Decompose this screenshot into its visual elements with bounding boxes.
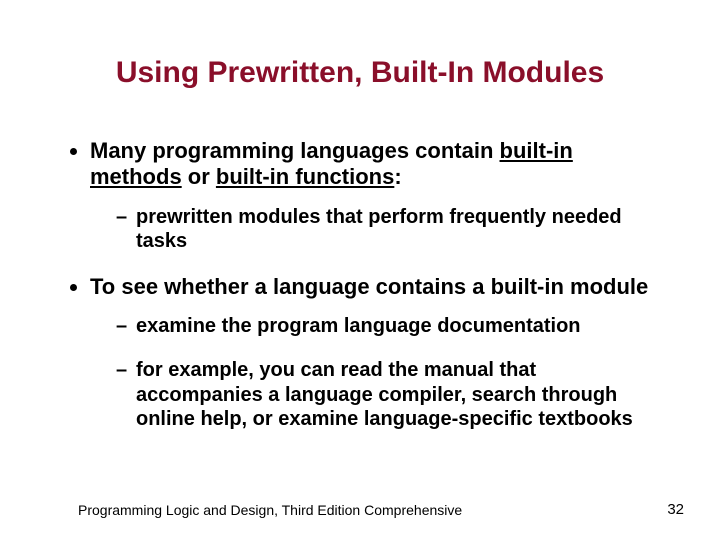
bullet-2-sub-2: for example, you can read the manual tha… (116, 358, 660, 431)
bullet-list: Many programming languages contain built… (70, 138, 660, 432)
bullet-1-pre: Many programming languages contain (90, 138, 500, 163)
page-number: 32 (667, 501, 684, 518)
bullet-2-sub-1: examine the program language documentati… (116, 314, 660, 338)
bullet-2-text: To see whether a language contains a bui… (90, 274, 648, 299)
bullet-1-sublist: prewritten modules that perform frequent… (90, 205, 660, 254)
bullet-1-mid: or (182, 164, 216, 189)
bullet-1: Many programming languages contain built… (90, 138, 660, 254)
bullet-1-term-2: built-in functions (216, 164, 394, 189)
slide: Using Prewritten, Built-In Modules Many … (0, 0, 720, 540)
bullet-1-post: : (394, 164, 401, 189)
bullet-1-sub-1: prewritten modules that perform frequent… (116, 205, 660, 254)
bullet-2: To see whether a language contains a bui… (90, 274, 660, 432)
slide-title: Using Prewritten, Built-In Modules (0, 56, 720, 90)
bullet-2-sublist: examine the program language documentati… (90, 314, 660, 432)
footer-text: Programming Logic and Design, Third Edit… (78, 502, 462, 518)
slide-body: Many programming languages contain built… (70, 138, 660, 452)
